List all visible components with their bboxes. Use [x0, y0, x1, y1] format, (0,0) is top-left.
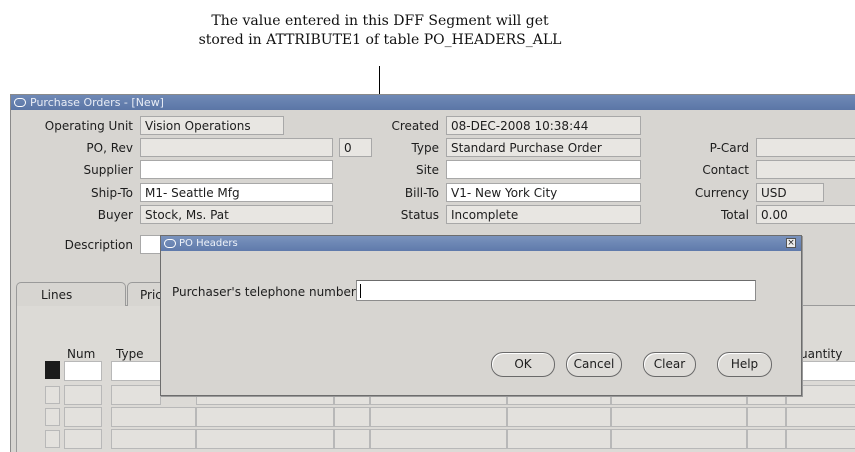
table-cell[interactable]	[786, 407, 855, 427]
table-cell[interactable]	[611, 429, 747, 449]
table-cell[interactable]	[334, 407, 370, 427]
currency-label: Currency	[694, 186, 749, 200]
clear-button[interactable]: Clear	[643, 352, 696, 377]
table-cell[interactable]	[64, 385, 102, 405]
supplier-label: Supplier	[83, 163, 133, 177]
type-label: Type	[411, 141, 439, 155]
type-field[interactable]: Standard Purchase Order	[446, 138, 641, 157]
site-field[interactable]	[446, 160, 641, 179]
total-label: Total	[720, 208, 749, 222]
contact-label: Contact	[702, 163, 749, 177]
operating-unit-field[interactable]: Vision Operations	[140, 116, 284, 135]
column-header-num: Num	[67, 347, 96, 361]
dialog-title: PO Headers	[179, 238, 238, 249]
dialog-menu-icon[interactable]	[164, 239, 176, 248]
column-header-quantity: uantity	[800, 347, 843, 361]
po-rev-label: PO, Rev	[86, 141, 133, 155]
table-cell[interactable]	[196, 407, 334, 427]
supplier-field[interactable]	[140, 160, 333, 179]
window-titlebar[interactable]: Purchase Orders - [New]	[11, 95, 855, 110]
row-indicator[interactable]	[45, 408, 60, 426]
text-caret	[360, 284, 361, 298]
table-cell[interactable]	[64, 429, 102, 449]
table-cell[interactable]	[507, 407, 611, 427]
annotation-line-1: The value entered in this DFF Segment wi…	[211, 13, 549, 29]
current-row-indicator[interactable]	[45, 361, 60, 379]
cancel-button[interactable]: Cancel	[566, 352, 622, 377]
currency-field[interactable]: USD	[756, 183, 824, 202]
status-label: Status	[400, 208, 439, 222]
table-cell[interactable]	[507, 429, 611, 449]
operating-unit-label: Operating Unit	[44, 119, 133, 133]
table-cell[interactable]	[64, 407, 102, 427]
description-label: Description	[64, 238, 133, 252]
line-num-cell[interactable]	[64, 361, 102, 381]
annotation-callout: The value entered in this DFF Segment wi…	[150, 12, 610, 50]
window-title: Purchase Orders - [New]	[30, 96, 164, 109]
created-label: Created	[391, 119, 440, 133]
line-type-cell[interactable]	[111, 361, 161, 381]
purchaser-telephone-input[interactable]	[356, 280, 756, 301]
ok-button[interactable]: OK	[491, 352, 555, 377]
column-header-type: Type	[116, 347, 144, 361]
total-field[interactable]: 0.00	[756, 205, 855, 224]
row-indicator[interactable]	[45, 430, 60, 448]
site-label: Site	[415, 163, 439, 177]
table-cell[interactable]	[786, 429, 855, 449]
table-cell[interactable]	[747, 407, 786, 427]
contact-field[interactable]	[756, 160, 855, 179]
p-card-label: P-Card	[709, 141, 749, 155]
table-cell[interactable]	[370, 429, 507, 449]
table-cell[interactable]	[747, 429, 786, 449]
table-cell[interactable]	[334, 429, 370, 449]
close-icon[interactable]: ×	[786, 238, 796, 248]
status-field[interactable]: Incomplete	[446, 205, 641, 224]
table-cell[interactable]	[111, 429, 196, 449]
table-cell[interactable]	[111, 407, 196, 427]
window-menu-icon[interactable]	[14, 98, 26, 107]
table-cell[interactable]	[196, 429, 334, 449]
po-number-field[interactable]	[140, 138, 333, 157]
bill-to-field[interactable]: V1- New York City	[446, 183, 641, 202]
ship-to-label: Ship-To	[90, 186, 133, 200]
po-headers-dialog: PO Headers × Purchaser's telephone numbe…	[160, 235, 802, 396]
dialog-titlebar[interactable]: PO Headers ×	[161, 236, 801, 251]
buyer-label: Buyer	[97, 208, 133, 222]
annotation-line-2: stored in ATTRIBUTE1 of table PO_HEADERS…	[198, 32, 562, 48]
bill-to-label: Bill-To	[404, 186, 439, 200]
revision-field[interactable]: 0	[339, 138, 372, 157]
row-indicator[interactable]	[45, 386, 60, 404]
table-cell[interactable]	[111, 385, 161, 405]
table-cell[interactable]	[611, 407, 747, 427]
p-card-field[interactable]	[756, 138, 855, 157]
purchaser-telephone-label: Purchaser's telephone number	[172, 285, 356, 299]
help-button[interactable]: Help	[717, 352, 772, 377]
tab-lines[interactable]: Lines	[16, 282, 126, 306]
created-field[interactable]: 08-DEC-2008 10:38:44	[446, 116, 641, 135]
buyer-field[interactable]: Stock, Ms. Pat	[140, 205, 333, 224]
table-cell[interactable]	[370, 407, 507, 427]
ship-to-field[interactable]: M1- Seattle Mfg	[140, 183, 333, 202]
